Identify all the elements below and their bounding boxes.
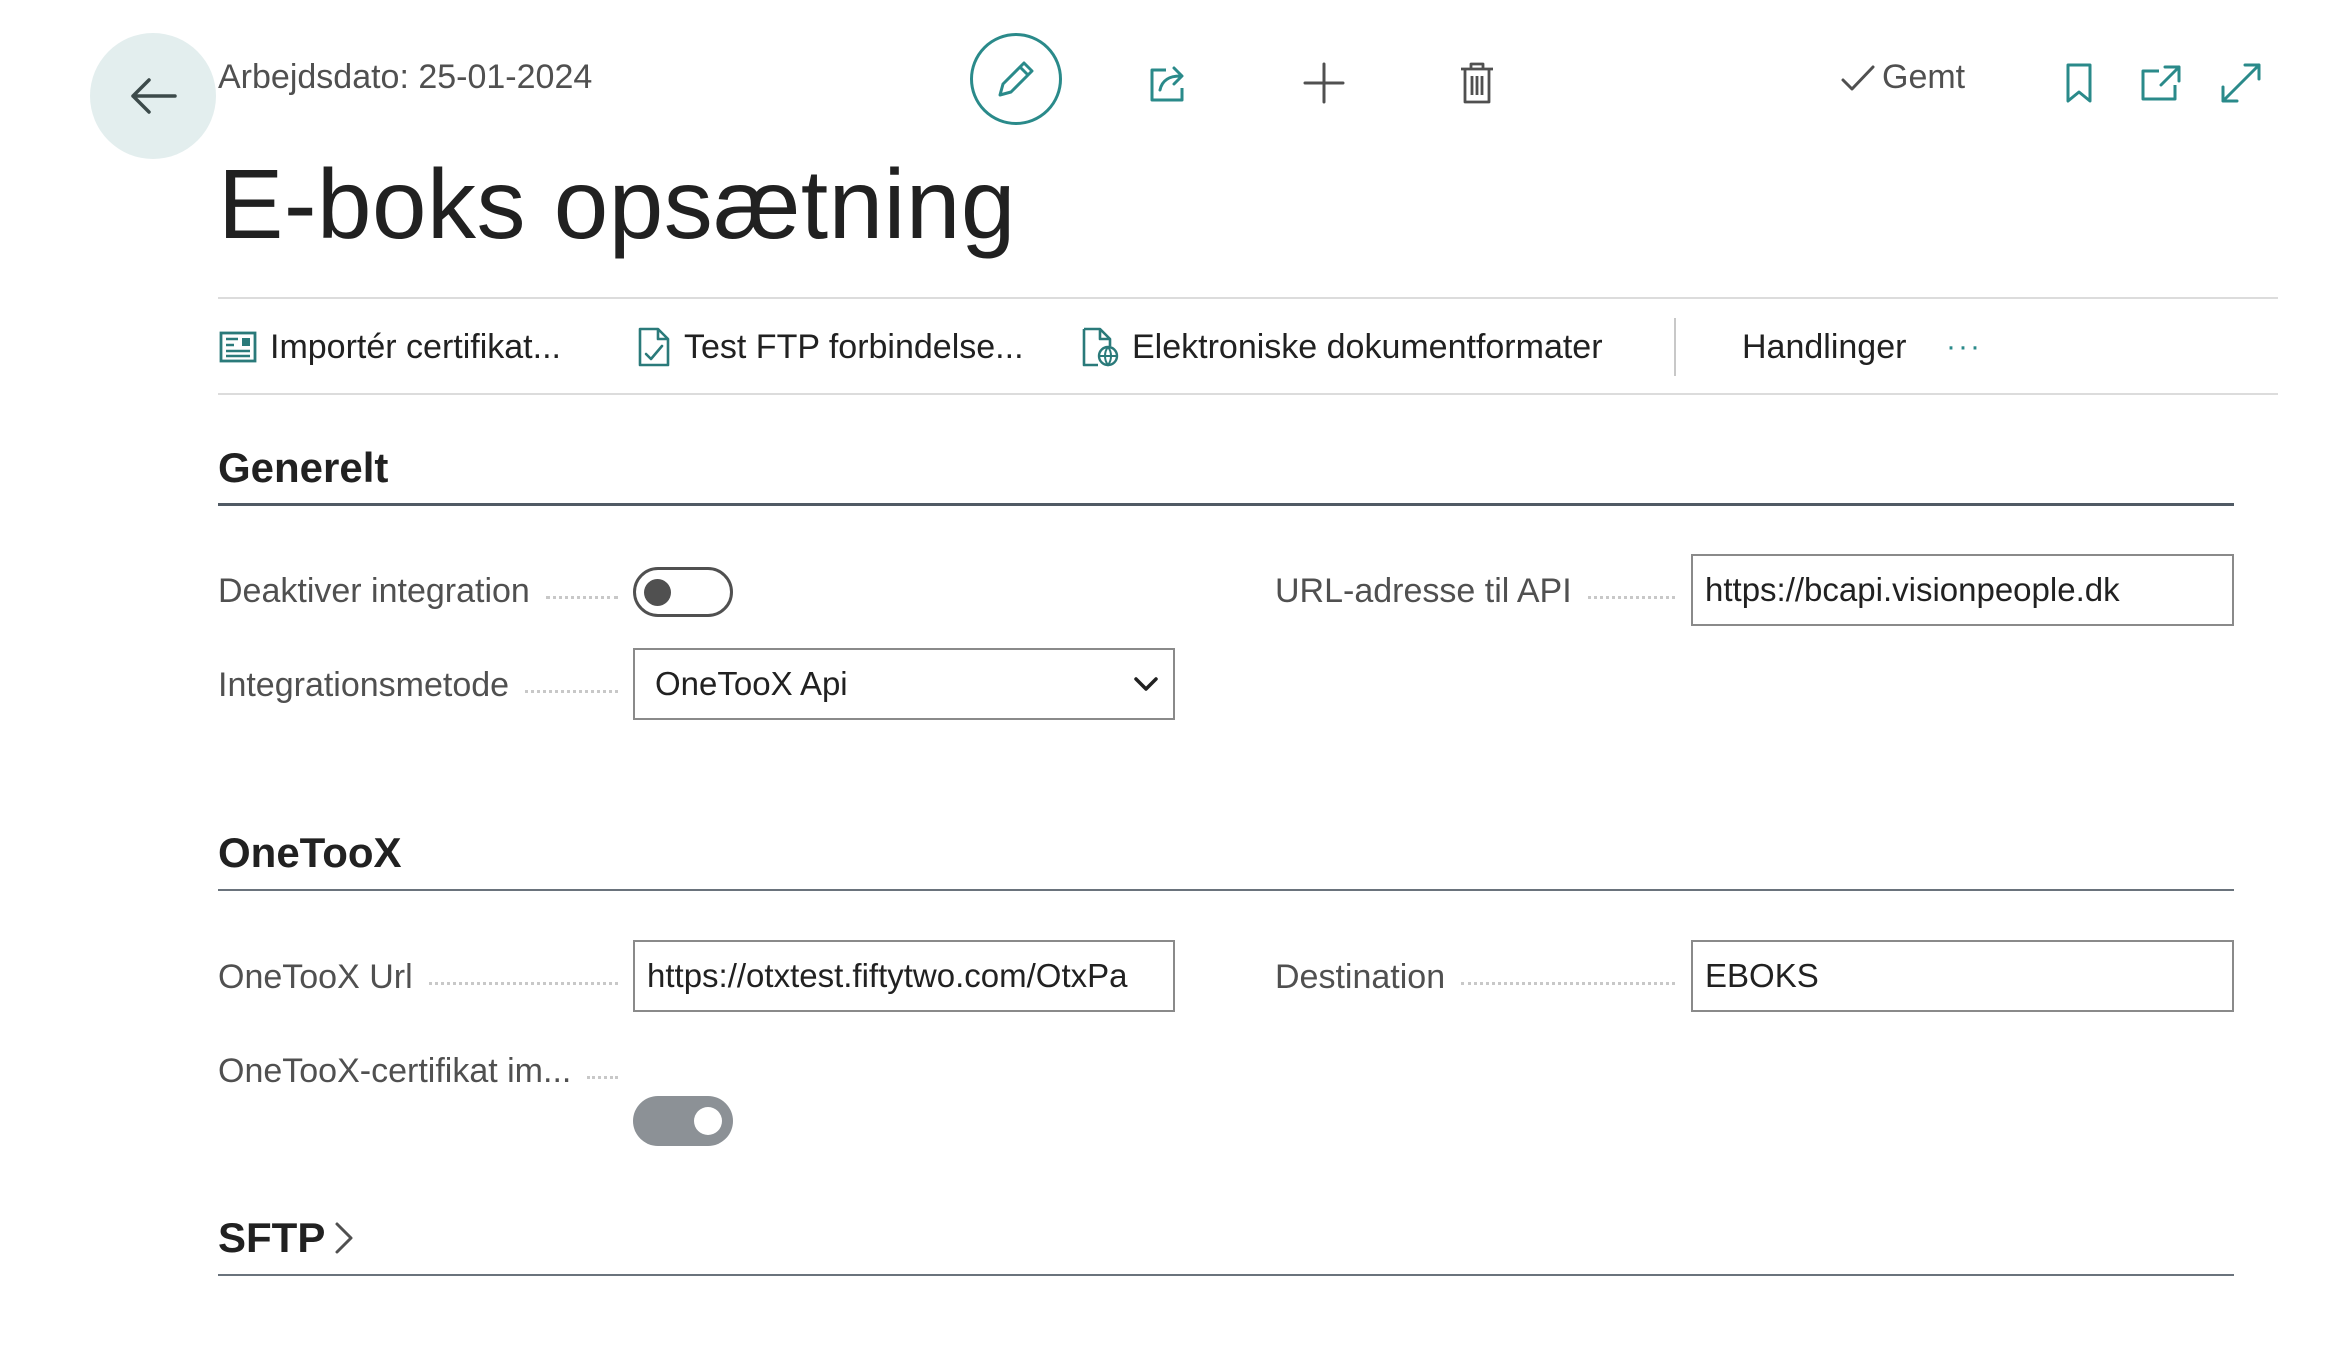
integration-method-select[interactable]: OneTooX Api [633,648,1175,720]
section-sftp-divider [218,1274,2234,1276]
open-in-new-window-icon [2141,65,2181,101]
toggle-knob [644,579,671,606]
section-general-title: Generelt [218,444,389,491]
work-date[interactable]: Arbejdsdato: 25-01-2024 [218,58,592,97]
plus-icon [1303,62,1345,104]
share-button[interactable] [1142,56,1196,110]
disable-integration-toggle[interactable] [633,567,733,617]
section-sftp-title: SFTP [218,1214,326,1261]
onetoox-certificate-toggle [633,1096,733,1146]
destination-value: EBOKS [1705,957,1819,994]
section-onetoox-divider [218,889,2234,891]
integration-method-label: Integrationsmetode [218,660,618,710]
chevron-right-icon [335,1222,353,1254]
more-options-button[interactable]: ··· [1946,322,1982,372]
page-title: E-boks opsætning [218,149,1016,259]
chevron-down-icon [1134,677,1158,691]
delete-button[interactable] [1450,56,1504,110]
document-globe-icon [1082,327,1119,367]
edit-button[interactable] [970,33,1062,125]
new-button[interactable] [1297,56,1351,110]
onetoox-certificate-label: OneTooX-certifikat im... [218,1046,618,1096]
section-sftp-header[interactable]: SFTP [218,1214,355,1262]
document-test-icon [638,327,670,367]
action-bar-top-divider [218,297,2278,299]
api-url-value: https://bcapi.visionpeople.dk [1705,571,2120,608]
destination-input[interactable]: EBOKS [1691,940,2234,1012]
disable-integration-label: Deaktiver integration [218,566,618,616]
share-icon [1150,66,1184,102]
onetoox-url-input[interactable]: https://otxtest.fiftytwo.com/OtxPa [633,940,1175,1012]
section-general-header[interactable]: Generelt [218,444,388,492]
back-button[interactable] [90,33,216,159]
toggle-knob [694,1107,722,1135]
electronic-document-formats-action[interactable]: Elektroniske dokumentformater [1080,322,1603,372]
destination-label: Destination [1275,952,1675,1002]
actions-menu-label: Handlinger [1742,327,1907,366]
bookmark-button[interactable] [2056,56,2102,110]
section-general-divider [218,503,2234,506]
test-ftp-action[interactable]: Test FTP forbindelse... [636,322,1024,372]
checkmark-icon [1841,65,1875,90]
expand-icon [2221,63,2261,103]
import-certificate-action[interactable]: Importér certifikat... [218,322,561,372]
action-bar-separator [1674,318,1676,376]
open-new-window-button[interactable] [2134,56,2188,110]
more-options-icon: ··· [1946,330,1982,363]
section-onetoox-header[interactable]: OneTooX [218,829,402,877]
expand-button[interactable] [2214,56,2268,110]
onetoox-url-value: https://otxtest.fiftytwo.com/OtxPa [647,957,1128,994]
action-bar-bottom-divider [218,393,2278,395]
arrow-left-icon [131,78,177,114]
test-ftp-label: Test FTP forbindelse... [684,327,1024,366]
integration-method-value: OneTooX Api [655,665,848,702]
import-certificate-label: Importér certifikat... [270,327,561,366]
actions-menu[interactable]: Handlinger [1742,322,1906,372]
api-url-input[interactable]: https://bcapi.visionpeople.dk [1691,554,2234,626]
certificate-icon [219,331,257,363]
electronic-document-formats-label: Elektroniske dokumentformater [1132,327,1603,366]
section-onetoox-title: OneTooX [218,829,402,876]
saved-status: Gemt [1840,58,1965,97]
trash-icon [1461,62,1493,104]
api-url-label: URL-adresse til API [1275,566,1675,616]
onetoox-url-label: OneTooX Url [218,952,618,1002]
pencil-icon [998,61,1034,97]
saved-status-label: Gemt [1882,58,1966,96]
bookmark-icon [2066,63,2092,103]
